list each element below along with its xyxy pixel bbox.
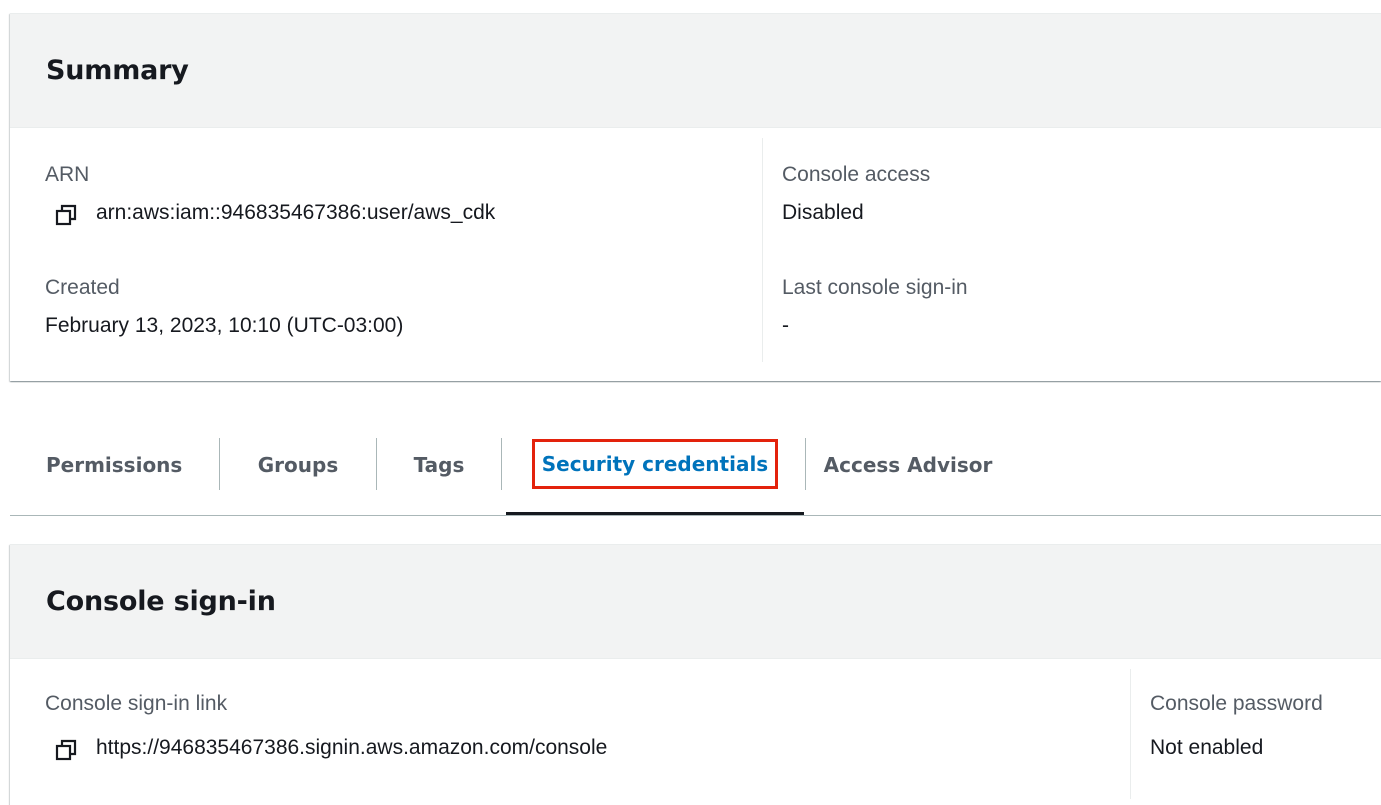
console-password-label: Console password (1150, 692, 1323, 715)
tab-tags[interactable]: Tags (377, 415, 501, 515)
console-signin-panel: Console sign-in Console sign-in link htt… (10, 544, 1381, 805)
summary-column-divider (762, 138, 763, 362)
signin-column-divider (1130, 669, 1131, 799)
console-access-label: Console access (782, 163, 931, 186)
tab-access-advisor-label: Access Advisor (823, 453, 993, 477)
created-label: Created (45, 276, 120, 299)
tab-groups-label: Groups (257, 453, 339, 477)
tab-access-advisor[interactable]: Access Advisor (806, 415, 1010, 515)
console-signin-title: Console sign-in (46, 586, 276, 617)
arn-value: arn:aws:iam::946835467386:user/aws_cdk (96, 201, 496, 224)
signin-link-label: Console sign-in link (45, 692, 228, 715)
console-access-value: Disabled (782, 201, 864, 224)
console-signin-header: Console sign-in (10, 545, 1381, 659)
copy-icon[interactable] (55, 204, 77, 226)
created-value: February 13, 2023, 10:10 (UTC-03:00) (45, 314, 404, 337)
copy-icon[interactable] (55, 739, 77, 761)
tab-security-credentials[interactable]: Security credentials (506, 415, 804, 515)
console-password-value: Not enabled (1150, 736, 1264, 759)
summary-panel: Summary ARN arn:aws:iam::946835467386:us… (10, 13, 1381, 381)
last-signin-value: - (782, 314, 789, 337)
arn-label: ARN (45, 163, 90, 186)
last-signin-label: Last console sign-in (782, 276, 968, 299)
tab-tags-label: Tags (413, 453, 465, 477)
tab-permissions[interactable]: Permissions (46, 415, 186, 515)
signin-link-value[interactable]: https://946835467386.signin.aws.amazon.c… (96, 736, 607, 760)
tab-bar: Permissions Groups Tags Security credent… (10, 415, 1381, 516)
tab-separator (501, 438, 502, 490)
tab-permissions-label: Permissions (46, 453, 183, 477)
summary-header: Summary (10, 14, 1381, 128)
tab-highlight-box: Security credentials (531, 438, 779, 489)
summary-title: Summary (46, 55, 189, 86)
tab-groups[interactable]: Groups (220, 415, 376, 515)
tab-security-credentials-label: Security credentials (541, 451, 769, 476)
